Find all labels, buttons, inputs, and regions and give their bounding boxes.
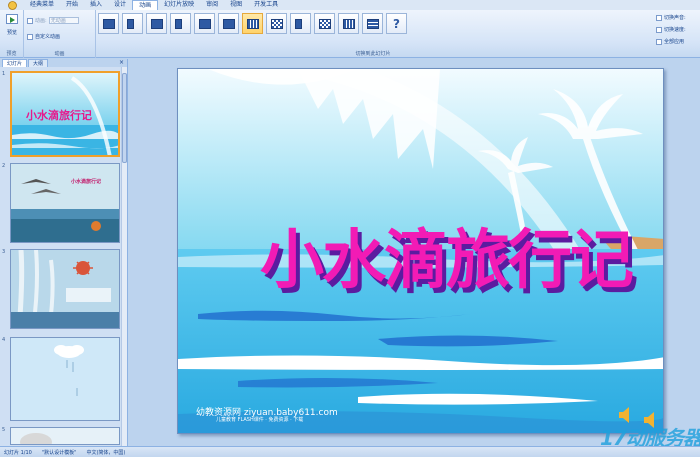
transition-fade-button[interactable] — [266, 13, 287, 34]
tab-outline[interactable]: 大纲 — [28, 59, 49, 67]
slide-footer-small: 儿童教育 FLASH课件 · 免费资源 · 下载 — [216, 417, 304, 423]
transition-push-up-button[interactable] — [218, 13, 239, 34]
ribbon-panel: 预览 预览 动画: 无动画 自定义动画 动画 切换到此幻灯片 ? 切换声音: 切… — [0, 10, 700, 58]
tab-animation[interactable]: 动画 — [132, 0, 159, 10]
preview-label: 预览 — [6, 30, 17, 36]
animate-dropdown[interactable]: 动画: 无动画 — [27, 17, 79, 24]
help-icon: ? — [393, 16, 400, 31]
transition-sound-label: 切换声音: — [664, 15, 686, 21]
close-pane-icon[interactable]: × — [119, 59, 124, 67]
slide-number: 1 — [2, 71, 6, 77]
push-down-icon — [199, 19, 211, 29]
slide-2-preview: 小水滴旅行记 — [10, 163, 120, 243]
scrollbar-thumb[interactable] — [122, 73, 127, 163]
group-preview: 预览 预览 — [0, 10, 24, 58]
group-animation: 动画: 无动画 自定义动画 动画 — [24, 10, 96, 58]
apply-all-icon — [656, 38, 662, 45]
slide-thumbnail-4[interactable]: 4 — [0, 337, 124, 423]
transition-push-down-button[interactable] — [194, 13, 215, 34]
slides-pane: 幻灯片 大纲 × 1 小水滴旅行记 2 小水滴旅行记 3 4 5 — [0, 59, 128, 446]
tab-view[interactable]: 视图 — [224, 0, 248, 10]
speed-icon — [656, 26, 662, 33]
push-up-icon — [223, 19, 235, 29]
custom-animation-icon — [27, 33, 33, 40]
slide-number: 3 — [2, 249, 6, 255]
transition-cover-down-button[interactable] — [122, 13, 143, 34]
cover-up-icon — [151, 19, 163, 29]
tab-slideshow[interactable]: 幻灯片放映 — [158, 0, 200, 10]
transition-blinds-horizontal-button[interactable] — [362, 13, 383, 34]
blinds-vertical-icon — [343, 19, 355, 29]
slide-title: 小水滴旅行记 — [260, 224, 634, 298]
tab-insert[interactable]: 插入 — [84, 0, 108, 10]
transition-split-button[interactable] — [290, 13, 311, 34]
checkerboard-icon — [319, 19, 331, 29]
slide-1-preview: 小水滴旅行记 — [10, 71, 120, 157]
animate-icon — [27, 17, 33, 24]
transition-speed-label: 切换速度: — [664, 27, 686, 33]
slide-number: 5 — [2, 427, 6, 433]
transition-checkerboard-button[interactable] — [314, 13, 335, 34]
slide-4-preview — [10, 337, 120, 421]
cover-down-icon — [127, 19, 134, 29]
slide-3-art — [11, 250, 119, 328]
slide-5-art — [11, 428, 119, 444]
slide-2-art — [11, 164, 119, 242]
slide-thumbnail-5[interactable]: 5 — [0, 427, 124, 447]
status-bar: 幻灯片 1/10 "默认设计模板" 中文(简体，中国) — [0, 446, 700, 457]
slide-2-title: 小水滴旅行记 — [71, 179, 102, 185]
slide-5-preview — [10, 427, 120, 445]
pane-tabs: 幻灯片 大纲 × — [0, 59, 127, 67]
slide-counter: 幻灯片 1/10 — [4, 449, 32, 456]
transition-blinds-vertical-button[interactable] — [338, 13, 359, 34]
ribbon-tab-bar: 经典菜单 开始 插入 设计 动画 幻灯片放映 审阅 视图 开发工具 — [0, 0, 700, 10]
tab-review[interactable]: 审阅 — [200, 0, 224, 10]
slide-thumbnail-3[interactable]: 3 — [0, 249, 124, 331]
fade-icon — [271, 19, 283, 29]
transition-none-transition-button[interactable] — [98, 13, 119, 34]
office-button[interactable] — [0, 0, 24, 10]
apply-all-label: 全部应用 — [664, 39, 685, 45]
sound-icon — [656, 14, 662, 21]
slide-number: 2 — [2, 163, 6, 169]
animate-dropdown-value: 无动画 — [48, 17, 79, 24]
slide-4-art — [11, 338, 119, 420]
transition-gallery: ? — [98, 13, 407, 34]
transition-speed-option[interactable]: 切换速度: — [656, 26, 686, 33]
group-transition-label: 切换到此幻灯片 — [355, 51, 391, 57]
group-preview-label: 预览 — [6, 51, 17, 57]
play-preview-icon — [6, 14, 18, 24]
blinds-horizontal-icon — [367, 19, 379, 29]
transition-sound-option[interactable]: 切换声音: — [656, 14, 686, 21]
theme-name: "默认设计模板" — [41, 449, 77, 456]
animate-label: 动画: — [35, 18, 47, 24]
none-transition-icon — [103, 19, 115, 29]
tab-home[interactable]: 开始 — [60, 0, 84, 10]
tab-design[interactable]: 设计 — [108, 0, 132, 10]
transition-cover-up-button[interactable] — [146, 13, 167, 34]
tab-developer[interactable]: 开发工具 — [248, 0, 284, 10]
custom-animation-button[interactable]: 自定义动画 — [27, 33, 60, 40]
slide-3-preview — [10, 249, 120, 329]
split-icon — [295, 19, 302, 29]
slide-number: 4 — [2, 337, 6, 343]
cover-left-icon — [175, 19, 182, 29]
slide-canvas[interactable]: 小水滴旅行记 小水滴旅行记 幼教资源网 ziyuan.baby611.com 儿… — [177, 68, 664, 434]
slides-scrollbar[interactable] — [121, 67, 127, 446]
apply-all-button[interactable]: 全部应用 — [656, 38, 684, 45]
transition-help-button[interactable]: ? — [386, 13, 407, 34]
group-animation-label: 动画 — [54, 51, 65, 57]
tab-classic-menu[interactable]: 经典菜单 — [24, 0, 60, 10]
transition-wipe-button[interactable] — [242, 13, 263, 34]
wipe-icon — [247, 19, 259, 29]
transition-cover-left-button[interactable] — [170, 13, 191, 34]
preview-button[interactable]: 预览 — [0, 10, 24, 40]
tab-slides[interactable]: 幻灯片 — [2, 59, 28, 67]
slide-1-title: 小水滴旅行记 — [26, 109, 92, 122]
custom-animation-label: 自定义动画 — [35, 34, 61, 40]
slide-thumbnail-2[interactable]: 2 小水滴旅行记 — [0, 163, 124, 245]
slide-thumbnail-1[interactable]: 1 小水滴旅行记 — [0, 71, 124, 159]
language-indicator[interactable]: 中文(简体，中国) — [86, 449, 125, 456]
